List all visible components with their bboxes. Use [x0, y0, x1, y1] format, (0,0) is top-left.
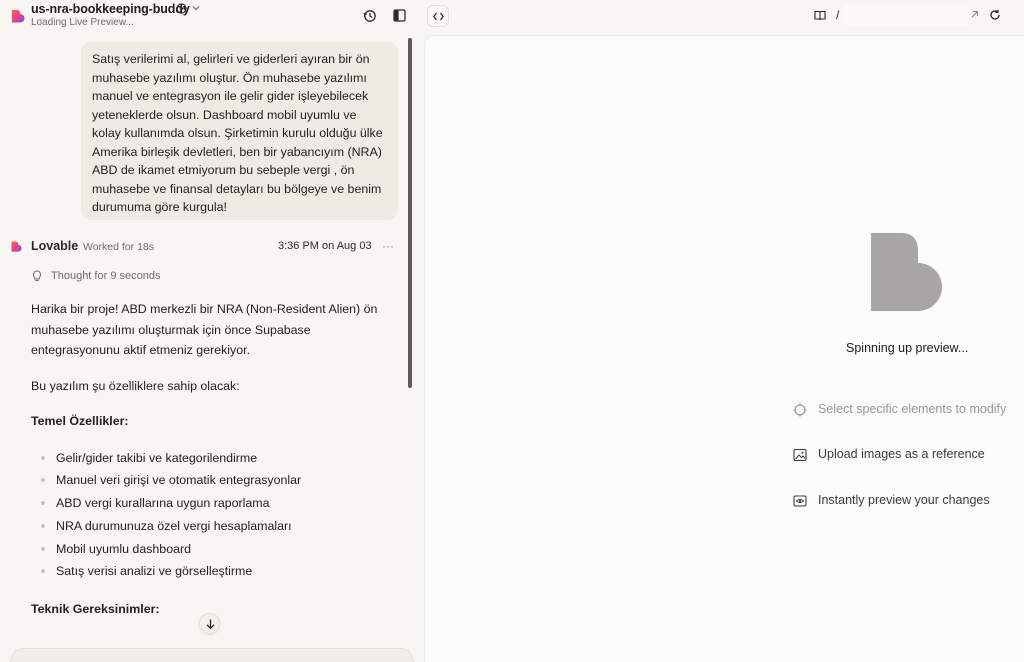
preview-loading-status: Spinning up preview...	[846, 341, 969, 355]
features-intro: Bu yazılım şu özelliklere sahip olacak:	[31, 378, 240, 393]
more-options-icon[interactable]: ···	[382, 239, 394, 253]
chat-scrollbar[interactable]	[408, 38, 412, 388]
chat-panel: us-nra-bookkeeping-buddy Loading Live Pr…	[0, 0, 418, 662]
assistant-header: Lovable Worked for 18s 3:36 PM on Aug 03…	[0, 236, 418, 256]
worked-duration: Worked for 18s	[83, 241, 155, 253]
project-header: us-nra-bookkeeping-buddy Loading Live Pr…	[0, 0, 418, 33]
message-timestamp: 3:36 PM on Aug 03	[278, 240, 372, 252]
chat-scroll-area[interactable]: Satış verilerimi al, gelirleri ve giderl…	[0, 33, 418, 662]
eye-icon	[793, 495, 807, 507]
lightbulb-icon	[32, 270, 42, 282]
assistant-message: Harika bir proje! ABD merkezli bir NRA (…	[31, 299, 391, 636]
url-bar: /	[808, 3, 1010, 28]
code-icon	[433, 12, 444, 21]
assistant-name: Lovable	[31, 239, 79, 253]
sidebar-toggle-icon[interactable]	[393, 9, 406, 22]
lovable-heart-placeholder-icon	[871, 233, 942, 311]
preview-toolbar: /	[418, 0, 1024, 33]
lovable-logo-icon	[11, 241, 22, 252]
list-item: Gelir/gider takibi ve kategorilendirme	[31, 448, 391, 471]
lovable-logo-icon[interactable]	[10, 8, 25, 23]
core-features-heading: Temel Özellikler:	[31, 414, 129, 428]
url-path-prefix: /	[836, 8, 840, 22]
external-link-icon[interactable]	[969, 9, 980, 20]
feature-label: Select specific elements to modify	[818, 402, 1007, 416]
book-icon[interactable]	[814, 10, 826, 21]
refresh-icon[interactable]	[989, 9, 1001, 21]
project-name[interactable]: us-nra-bookkeeping-buddy	[31, 2, 190, 16]
list-item: Satış verisi analizi ve görselleştirme	[31, 561, 391, 584]
intro-paragraph: Harika bir proje! ABD merkezli bir NRA (…	[31, 302, 378, 357]
chevron-down-icon[interactable]	[191, 3, 201, 13]
preview-status: Loading Live Preview...	[31, 17, 134, 28]
image-icon	[793, 448, 807, 462]
thought-duration: Thought for 9 seconds	[51, 270, 161, 282]
scroll-to-bottom-button[interactable]	[199, 613, 220, 634]
preview-pane: Spinning up preview... Select specific e…	[424, 35, 1024, 662]
list-item: Manuel veri girişi ve otomatik entegrasy…	[31, 470, 391, 493]
arrow-down-icon	[206, 619, 215, 630]
list-item: ABD vergi kurallarına uygun raporlama	[31, 493, 391, 516]
feature-label: Upload images as a reference	[818, 447, 985, 461]
crosshair-icon	[793, 403, 807, 417]
code-view-button[interactable]	[427, 5, 449, 27]
globe-icon	[176, 3, 187, 14]
url-input[interactable]	[844, 5, 968, 26]
history-icon[interactable]	[363, 9, 377, 23]
chat-input-box[interactable]	[10, 648, 414, 662]
feature-label: Instantly preview your changes	[818, 493, 990, 507]
list-item: Mobil uyumlu dashboard	[31, 539, 391, 562]
list-item: NRA durumunuza özel vergi hesaplamaları	[31, 516, 391, 539]
user-message: Satış verilerimi al, gelirleri ve giderl…	[81, 42, 398, 220]
core-features-list: Gelir/gider takibi ve kategorilendirme M…	[31, 448, 391, 585]
